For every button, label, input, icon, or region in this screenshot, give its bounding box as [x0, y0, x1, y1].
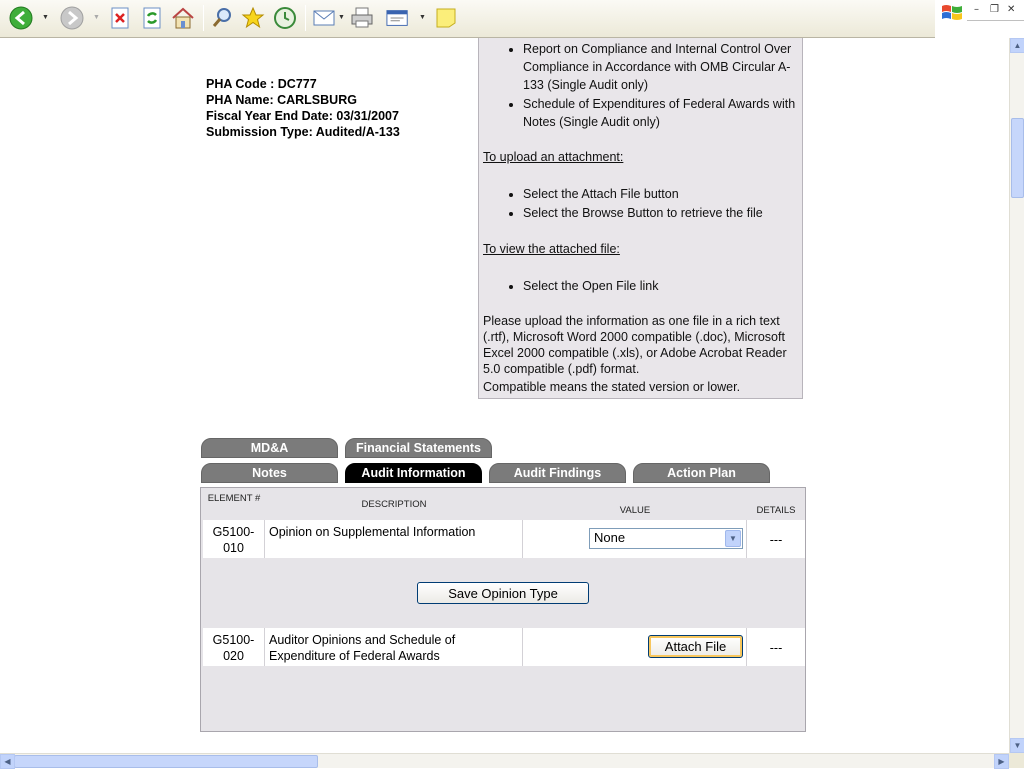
- mail-icon[interactable]: [312, 6, 336, 30]
- tab-action-plan[interactable]: Action Plan: [633, 463, 770, 483]
- tab-financial-statements[interactable]: Financial Statements: [345, 438, 492, 458]
- view-steps-list: Select the Open File link: [483, 277, 798, 295]
- element-number-line: 010: [223, 541, 244, 555]
- opinion-select-value: None: [594, 530, 626, 545]
- back-dropdown-icon[interactable]: ▼: [42, 14, 49, 21]
- element-description: Opinion on Supplemental Information: [265, 520, 523, 558]
- compat-note: Compatible means the stated version or l…: [483, 380, 741, 394]
- windows-logo-icon: [941, 3, 963, 26]
- value-cell: Attach File: [523, 628, 747, 666]
- scroll-up-icon[interactable]: ▲: [1010, 38, 1024, 53]
- details-cell: ---: [769, 533, 783, 547]
- required-items-list: Report on Compliance and Internal Contro…: [483, 40, 798, 131]
- print-icon[interactable]: [350, 6, 374, 30]
- toolbar-separator: [305, 5, 306, 31]
- required-item: Schedule of Expenditures of Federal Awar…: [523, 95, 798, 131]
- upload-heading: To upload an attachment:: [483, 150, 624, 164]
- close-window-icon[interactable]: ✕: [1007, 4, 1015, 15]
- submission-type: Submission Type: Audited/A-133: [206, 125, 400, 139]
- value-cell: None ▼: [523, 520, 747, 558]
- required-item: Report on Compliance and Internal Contro…: [523, 40, 798, 94]
- attach-file-button[interactable]: Attach File: [648, 635, 743, 658]
- element-number-line: 020: [223, 649, 244, 663]
- history-icon[interactable]: [273, 6, 297, 30]
- opinion-select[interactable]: None ▼: [589, 528, 743, 549]
- pha-code: PHA Code : DC777: [206, 77, 317, 91]
- details-cell: ---: [769, 641, 783, 655]
- forward-dropdown-icon[interactable]: ▼: [93, 14, 100, 21]
- table-row: G5100- 020 Auditor Opinions and Schedule…: [203, 628, 805, 666]
- scroll-right-icon[interactable]: ▶: [994, 754, 1009, 769]
- edit-icon[interactable]: [386, 6, 410, 30]
- header-element: ELEMENT #: [207, 493, 261, 504]
- refresh-icon[interactable]: [140, 6, 164, 30]
- view-heading: To view the attached file:: [483, 242, 620, 256]
- mail-dropdown-icon[interactable]: ▼: [338, 14, 345, 21]
- audit-info-table: ELEMENT # DESCRIPTION VALUE DETAILS G510…: [200, 487, 806, 732]
- horizontal-scroll-thumb[interactable]: [14, 755, 318, 768]
- upload-step: Select the Attach File button: [523, 185, 798, 203]
- format-note: Please upload the information as one fil…: [483, 314, 787, 376]
- edit-dropdown-icon[interactable]: ▼: [419, 14, 426, 21]
- forward-icon[interactable]: [60, 6, 84, 30]
- restore-icon[interactable]: ❐: [990, 4, 999, 15]
- save-opinion-type-button[interactable]: Save Opinion Type: [417, 582, 589, 604]
- tab-audit-information[interactable]: Audit Information: [345, 463, 482, 483]
- tab-notes[interactable]: Notes: [201, 463, 338, 483]
- vertical-scroll-thumb[interactable]: [1011, 118, 1024, 198]
- element-number-line: G5100-: [212, 633, 255, 647]
- element-description: Auditor Opinions and Schedule of Expendi…: [265, 628, 523, 666]
- element-number: G5100- 020: [203, 628, 265, 666]
- minimize-icon[interactable]: –: [974, 4, 979, 15]
- instructions-panel: Report on Compliance and Internal Contro…: [478, 38, 803, 399]
- tab-audit-findings[interactable]: Audit Findings: [489, 463, 626, 483]
- view-step: Select the Open File link: [523, 277, 798, 295]
- address-edge: [967, 20, 1024, 21]
- note-icon[interactable]: [434, 6, 458, 30]
- element-number: G5100- 010: [203, 520, 265, 558]
- home-icon[interactable]: [171, 6, 195, 30]
- horizontal-scrollbar[interactable]: ◀ ▶: [0, 753, 1009, 769]
- pha-name: PHA Name: CARLSBURG: [206, 93, 357, 107]
- favorites-icon[interactable]: [241, 6, 265, 30]
- header-details: DETAILS: [756, 505, 796, 516]
- search-icon[interactable]: [210, 6, 234, 30]
- pha-info: PHA Code : DC777 PHA Name: CARLSBURG Fis…: [206, 76, 400, 140]
- tab-mda[interactable]: MD&A: [201, 438, 338, 458]
- scrollbar-corner: [1009, 753, 1024, 768]
- browser-toolbar: ▼ ▼ ▼ ▼: [0, 0, 935, 38]
- upload-step: Select the Browse Button to retrieve the…: [523, 204, 798, 222]
- element-number-line: G5100-: [212, 525, 255, 539]
- table-row: G5100- 010 Opinion on Supplemental Infor…: [203, 520, 805, 558]
- vertical-scrollbar[interactable]: ▲ ▼: [1009, 38, 1024, 753]
- header-value: VALUE: [619, 505, 651, 516]
- back-icon[interactable]: [9, 6, 33, 30]
- scroll-down-icon[interactable]: ▼: [1010, 738, 1024, 753]
- browser-brand-area: – ❐ ✕: [935, 0, 1024, 38]
- scroll-left-icon[interactable]: ◀: [0, 754, 15, 769]
- stop-icon[interactable]: [108, 6, 132, 30]
- header-description: DESCRIPTION: [361, 499, 427, 510]
- chevron-down-icon[interactable]: ▼: [725, 530, 741, 547]
- fiscal-year-end: Fiscal Year End Date: 03/31/2007: [206, 109, 399, 123]
- upload-steps-list: Select the Attach File button Select the…: [483, 185, 798, 222]
- toolbar-separator: [203, 5, 204, 31]
